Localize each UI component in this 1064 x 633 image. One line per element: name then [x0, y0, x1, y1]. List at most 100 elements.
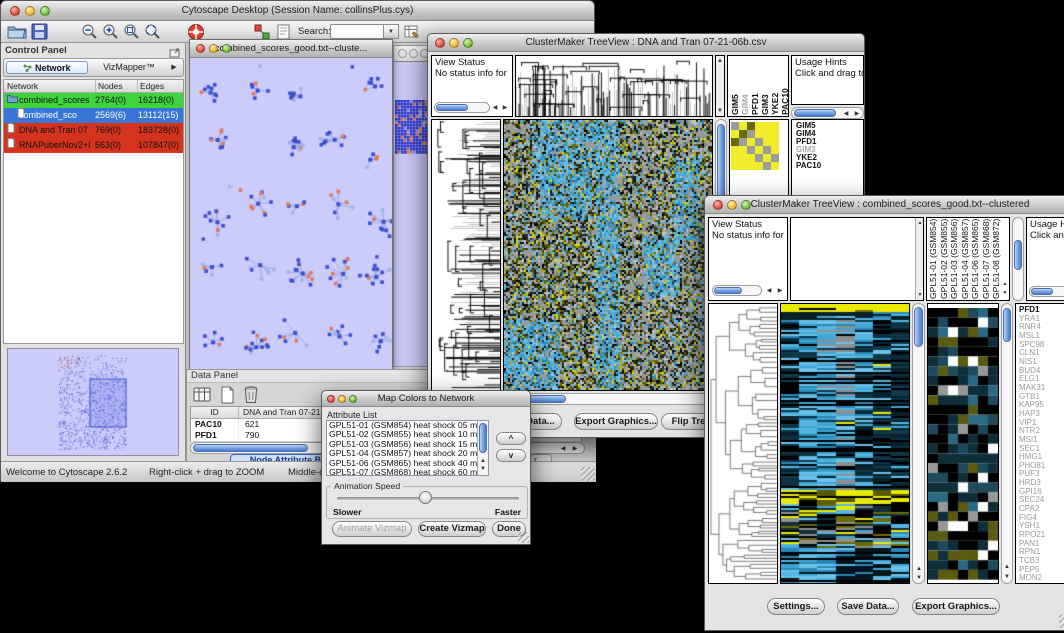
network-view-window[interactable]: combined_scores_good.txt--cluste...	[189, 39, 393, 373]
save-icon[interactable]	[31, 23, 51, 42]
network-name: combined_scores	[17, 93, 95, 108]
control-panel-title: Control Panel	[5, 45, 67, 56]
dialog-title: Map Colors to Network	[378, 393, 475, 404]
zoom-button[interactable]	[741, 200, 751, 210]
network-list-item[interactable]: combined_sco2569(6)13112(15)	[4, 108, 183, 123]
network-edges-count: 107847(0)	[138, 138, 183, 153]
tab-vizmapper[interactable]: VizMapper™	[92, 61, 166, 74]
column-header-network[interactable]: Network	[4, 80, 96, 92]
gene-label: MON2	[1019, 574, 1045, 583]
zoom-fit-icon[interactable]	[144, 23, 164, 42]
network-list-item[interactable]: combined_scores2764(0)16218(0)	[4, 93, 183, 108]
move-down-button[interactable]: v	[496, 449, 526, 462]
treeview2-row-dendrogram[interactable]	[708, 303, 778, 584]
treeview1-hscrollbar[interactable]	[503, 393, 713, 405]
save-data--button[interactable]: Save Data...	[837, 598, 899, 615]
minimize-button[interactable]	[727, 200, 737, 210]
zoom-in-icon[interactable]	[102, 23, 122, 42]
close-button[interactable]	[435, 38, 445, 48]
matrix-cell	[739, 122, 747, 130]
close-button[interactable]	[398, 49, 407, 58]
search-dropdown-icon[interactable]: ▼	[384, 24, 399, 39]
treeview1-titlebar[interactable]: ClusterMaker TreeView : DNA and Tran 07-…	[428, 34, 864, 52]
treeview2-labels-vscrollbar[interactable]: ▲ ▼	[1001, 303, 1013, 584]
tab-network[interactable]: Network	[6, 61, 88, 74]
network-edges-count: 13112(15)	[138, 108, 183, 123]
minimize-button[interactable]	[338, 395, 346, 403]
search-input[interactable]	[330, 24, 384, 39]
search-options-icon[interactable]	[403, 23, 423, 42]
export-graphics--button[interactable]: Export Graphics...	[574, 413, 658, 430]
treeview1-hints-hscrollbar[interactable]: ◀ ▶	[791, 107, 864, 119]
matrix-cell	[771, 162, 779, 170]
treeview1-dendro-scroll-strip[interactable]: ▲ ▼	[715, 55, 725, 117]
tab-network-label: Network	[35, 63, 71, 73]
matrix-cell	[747, 146, 755, 154]
treeview2-heatmap[interactable]	[780, 303, 910, 584]
close-button[interactable]	[713, 200, 723, 210]
resize-grip[interactable]	[518, 532, 529, 543]
tabs-overflow-icon[interactable]: ▶	[167, 61, 181, 74]
network-nodes-count: 2569(6)	[95, 108, 138, 123]
treeview2-zoom-panel[interactable]	[927, 303, 999, 584]
hscrollbar-thumb[interactable]	[193, 444, 308, 452]
close-button[interactable]	[327, 395, 335, 403]
speed-slider-thumb[interactable]	[419, 491, 432, 504]
treeview1-column-labels: GIM5GIM4PFD1GIM3YKE2PAC10	[727, 55, 789, 117]
zoom-button[interactable]	[463, 38, 473, 48]
column-label: GPL51-04 (GSM857)	[960, 219, 971, 299]
column-header-nodes[interactable]: Nodes	[96, 80, 138, 92]
minimize-button[interactable]	[209, 44, 218, 53]
column-label: PFD1	[750, 57, 760, 115]
main-titlebar[interactable]: Cytoscape Desktop (Session Name: collins…	[1, 1, 594, 21]
minimize-button[interactable]	[25, 6, 35, 16]
close-button[interactable]	[10, 6, 20, 16]
treeview2-title: ClusterMaker TreeView : combined_scores_…	[751, 199, 1030, 210]
minimize-button[interactable]	[409, 49, 418, 58]
network-list-item[interactable]: DNA and Tran 07769(0)183728(0)	[4, 123, 183, 138]
usage-hints-hscrollbar[interactable]	[1029, 286, 1064, 297]
export-graphics--button[interactable]: Export Graphics...	[912, 598, 1000, 615]
treeview2-column-dendrogram[interactable]: ▲ ▼	[790, 217, 924, 301]
network-nodes-count: 2764(0)	[95, 93, 138, 108]
column-label: GPL51-01 (GSM854)	[928, 219, 939, 299]
matrix-cell	[763, 122, 771, 130]
minimize-button[interactable]	[449, 38, 459, 48]
treeview2-vscrollbar[interactable]: ▲ ▼	[912, 303, 925, 584]
matrix-cell	[731, 146, 739, 154]
animation-speed-group: Animation Speed Slower Faster	[326, 486, 528, 519]
treeview2-titlebar[interactable]: ClusterMaker TreeView : combined_scores_…	[705, 196, 1064, 214]
network-name: combined_sco	[17, 108, 95, 123]
view-status-hscrollbar[interactable]	[434, 102, 490, 113]
dialog-titlebar[interactable]: Map Colors to Network	[322, 391, 530, 407]
network-list-item[interactable]: RNAPuberNov2+l563(0)107847(0)	[4, 138, 183, 153]
attr-col-id[interactable]: ID	[191, 407, 239, 418]
resize-grip[interactable]	[1059, 614, 1064, 628]
move-up-button[interactable]: ^	[496, 432, 526, 445]
desktop: Cytoscape Desktop (Session Name: collins…	[0, 0, 1064, 633]
treeview1-heatmap[interactable]	[503, 119, 713, 391]
zoom-button[interactable]	[222, 44, 231, 53]
treeview1-column-dendrogram[interactable]	[515, 55, 713, 117]
matrix-cell	[763, 162, 771, 170]
network-window-titlebar[interactable]: combined_scores_good.txt--cluste...	[190, 40, 392, 58]
zoom-button[interactable]	[40, 6, 50, 16]
view-status-hscrollbar[interactable]	[712, 285, 762, 296]
attribute-list-item[interactable]: GPL51-07 (GSM868) heat shock 60 min	[329, 468, 488, 476]
network-overview[interactable]	[7, 348, 179, 456]
treeview2-upper-vscrollbar[interactable]	[1012, 217, 1024, 301]
resize-grip[interactable]	[581, 467, 595, 481]
column-header-edges[interactable]: Edges	[138, 80, 183, 92]
network-canvas-area[interactable]	[190, 58, 392, 372]
zoom-out-icon[interactable]	[81, 23, 101, 42]
attribute-listbox[interactable]: GPL51-01 (GSM854) heat shock 05 minGPL51…	[326, 420, 489, 476]
zoom-button[interactable]	[349, 395, 357, 403]
close-button[interactable]	[196, 44, 205, 53]
listbox-vscrollbar[interactable]: ▲ ▼	[477, 421, 488, 475]
settings--button[interactable]: Settings...	[767, 598, 825, 615]
view-status-title: View Status	[709, 218, 787, 230]
open-file-icon[interactable]	[7, 23, 27, 42]
zoom-selected-icon[interactable]	[123, 23, 143, 42]
create-vizmap-button[interactable]: Create Vizmap	[418, 521, 486, 537]
treeview1-row-dendrogram[interactable]	[431, 119, 501, 391]
